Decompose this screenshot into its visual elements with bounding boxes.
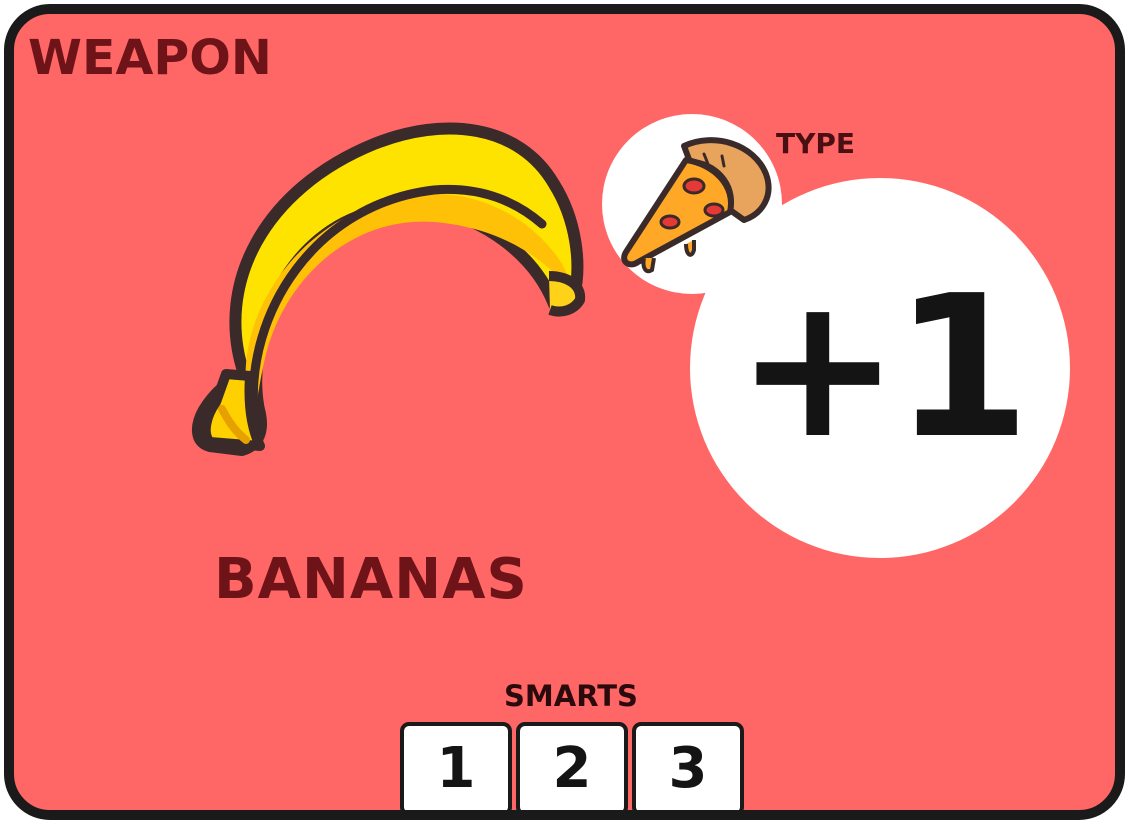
stat-box-2[interactable]: 2	[516, 722, 628, 810]
card-name: BANANAS	[214, 547, 528, 612]
stat-box-1[interactable]: 1	[400, 722, 512, 810]
stat-label: SMARTS	[504, 679, 638, 713]
stat-boxes: 1 2 3	[400, 722, 744, 810]
type-label: TYPE	[776, 127, 856, 160]
item-card[interactable]: WEAPON +1 TYPE BANANAS SMARTS 1 2 3	[4, 4, 1125, 820]
stat-box-3[interactable]: 3	[632, 722, 744, 810]
